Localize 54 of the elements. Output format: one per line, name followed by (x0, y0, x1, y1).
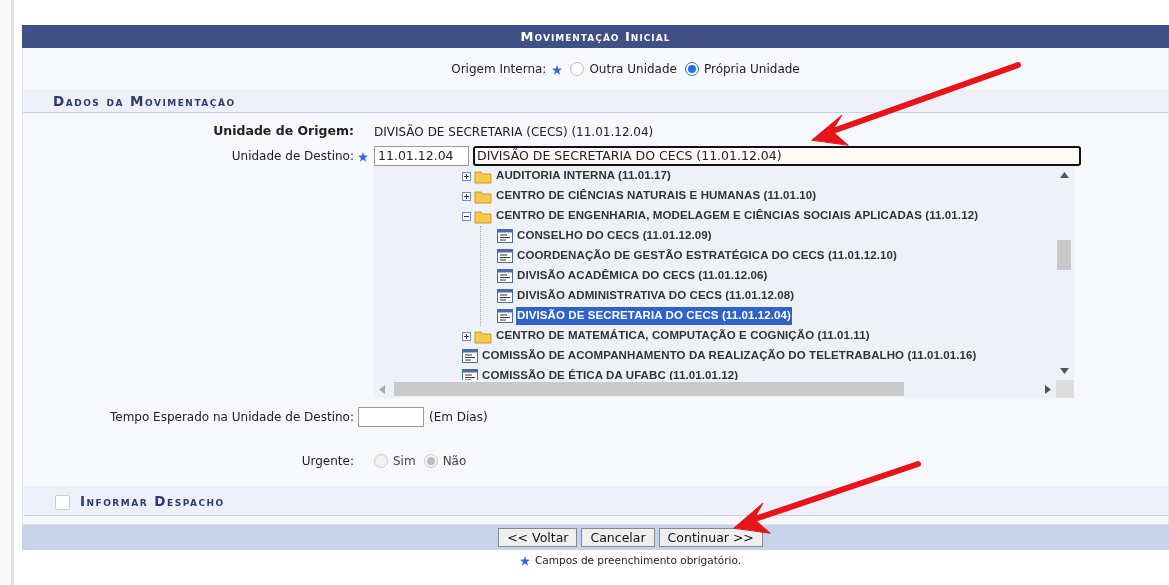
field-label: Unidade de Destino: (230, 148, 355, 165)
section-title: Informar Despacho (80, 493, 225, 509)
tree-item[interactable]: COMISSÃO DE ACOMPANHAMENTO DA REALIZAÇÃO DO TELETRABALHO (11.01.01.16) (481, 347, 978, 365)
scroll-up-icon[interactable] (1060, 172, 1069, 178)
radio-label[interactable]: Própria Unidade (703, 60, 800, 78)
form-button[interactable]: << Voltar (498, 528, 578, 547)
section-title: Dados da Movimentação (23, 90, 1168, 113)
field-label: Tempo Esperado na Unidade de Destino: (108, 409, 355, 426)
scrollbar-thumb[interactable] (394, 382, 904, 396)
tree-item[interactable]: AUDITORIA INTERNA (11.01.17) (495, 167, 672, 185)
field-value: DIVISÃO DE SECRETARIA (CECS) (11.01.12.04) (374, 123, 655, 141)
folder-icon (474, 328, 492, 344)
folder-icon (474, 208, 492, 224)
tree-item[interactable]: CENTRO DE ENGENHARIA, MODELAGEM E CIÊNCIAS SOCIAIS APLICADAS (11.01.12) (495, 207, 980, 225)
tree-item[interactable]: COMISSÃO DE ÉTICA DA UFABC (11.01.01.12) (481, 367, 740, 382)
tree-item[interactable]: DIVISÃO DE SECRETARIA DO CECS (11.01.12.04) (516, 307, 792, 325)
folder-icon (474, 168, 492, 184)
tree-item[interactable]: DIVISÃO ACADÊMICA DO CECS (11.01.12.06) (516, 267, 769, 285)
radio-button[interactable] (570, 62, 585, 76)
folder-icon (474, 188, 492, 204)
scrollbar-thumb[interactable] (1057, 240, 1071, 270)
checkbox[interactable] (55, 494, 70, 510)
document-icon (497, 249, 513, 263)
document-icon (497, 289, 513, 303)
expand-icon[interactable] (462, 331, 471, 341)
document-icon (497, 269, 513, 283)
required-icon (520, 556, 530, 566)
tree-item[interactable]: DIVISÃO ADMINISTRATIVA DO CECS (11.01.12.08) (516, 287, 796, 305)
scroll-down-icon[interactable] (1060, 368, 1069, 374)
field-label: Urgente: (300, 453, 355, 470)
panel-title: Movimentação Inicial (22, 25, 1169, 48)
radio-button[interactable] (684, 62, 699, 76)
document-icon (497, 229, 513, 243)
collapse-icon[interactable] (462, 211, 471, 221)
unit-label: (Em Dias) (429, 409, 488, 426)
form-button[interactable]: Cancelar (581, 528, 655, 547)
document-icon (462, 349, 478, 363)
expand-icon[interactable] (462, 171, 471, 181)
days-input-field[interactable] (358, 407, 424, 427)
tree-item[interactable]: CONSELHO DO CECS (11.01.12.09) (516, 227, 713, 245)
field-label: Unidade de Origem: (212, 122, 355, 141)
tree-item[interactable]: CENTRO DE MATEMÁTICA, COMPUTAÇÃO E COGNIÇÃO (11.01.11) (495, 327, 871, 345)
tree-item[interactable]: CENTRO DE CIÊNCIAS NATURAIS E HUMANAS (11.01.10) (495, 187, 818, 205)
radio-label[interactable]: Outra Unidade (589, 60, 677, 78)
field-label: Origem Interna: (451, 61, 547, 78)
tree-item[interactable]: COORDENAÇÃO DE GESTÃO ESTRATÉGICA DO CECS (11.01.12.10) (516, 247, 898, 265)
document-icon (497, 309, 513, 323)
form-button[interactable]: Continuar >> (658, 528, 763, 547)
scrollbar-corner (1056, 380, 1074, 398)
footnote-text: Campos de preenchimento obrigatório. (535, 554, 741, 566)
code-input-field[interactable]: 11.01.12.04 (374, 146, 469, 166)
expand-icon[interactable] (462, 191, 471, 201)
name-input-field[interactable]: DIVISÃO DE SECRETARIA DO CECS (11.01.12.04) (473, 146, 1081, 166)
scroll-right-icon[interactable] (1045, 385, 1051, 394)
